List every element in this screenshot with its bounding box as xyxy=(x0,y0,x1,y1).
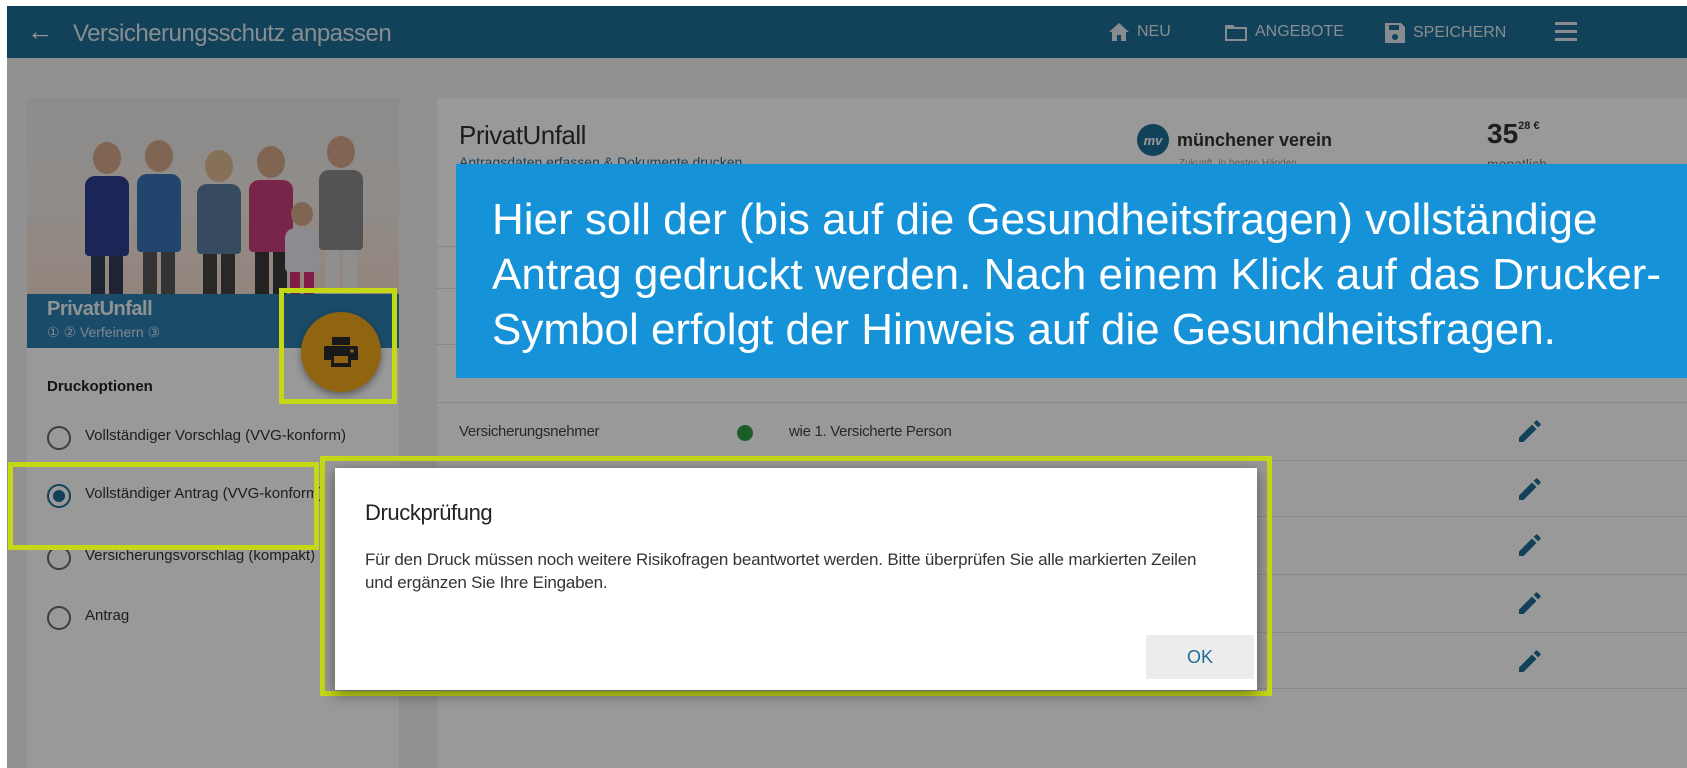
dialog-message: Für den Druck müssen noch weitere Risiko… xyxy=(365,550,1197,592)
callout-line: Antrag gedruckt werden. Nach einem Klick… xyxy=(492,250,1661,299)
print-check-dialog: Druckprüfung Für den Druck müssen noch w… xyxy=(335,468,1257,690)
callout-line: Hier soll der (bis auf die Gesundheitsfr… xyxy=(492,195,1598,244)
highlight-print-button xyxy=(279,288,397,404)
ok-button[interactable]: OK xyxy=(1146,635,1254,679)
dialog-title: Druckprüfung xyxy=(365,500,493,525)
annotation-callout: Hier soll der (bis auf die Gesundheitsfr… xyxy=(456,164,1687,378)
callout-line: Symbol erfolgt der Hinweis auf die Gesun… xyxy=(492,305,1556,354)
highlight-selected-option xyxy=(8,462,319,550)
